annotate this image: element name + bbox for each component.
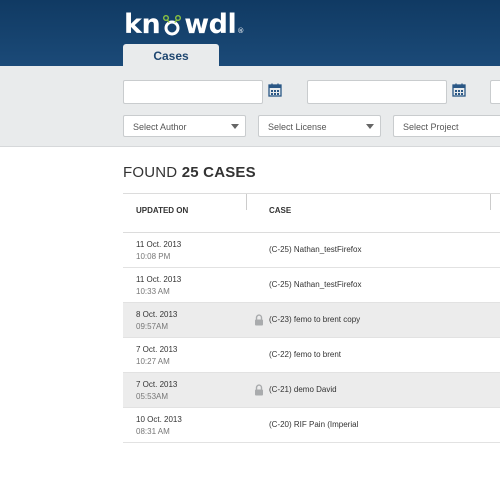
calendar-icon[interactable] xyxy=(452,83,466,97)
table-row[interactable]: 8 Oct. 2013 09:57AM (C-23) femo to brent… xyxy=(123,303,500,338)
column-header-case[interactable]: CASE xyxy=(269,206,291,215)
row-date: 8 Oct. 2013 xyxy=(136,310,178,319)
row-case-name[interactable]: (C-23) femo to brent copy xyxy=(269,315,360,324)
date-to-input[interactable] xyxy=(307,80,447,104)
table-row[interactable]: 11 Oct. 2013 10:33 AM (C-25) Nathan_test… xyxy=(123,268,500,303)
filter-bar: Select Author Select License Select Proj… xyxy=(0,66,500,147)
calendar-icon[interactable] xyxy=(268,83,282,97)
row-case-name[interactable]: (C-22) femo to brent xyxy=(269,350,341,359)
row-date: 11 Oct. 2013 xyxy=(136,275,182,284)
row-date: 10 Oct. 2013 xyxy=(136,415,182,424)
select-license[interactable]: Select License xyxy=(258,115,381,137)
molecule-icon xyxy=(161,13,183,36)
table-row[interactable]: 7 Oct. 2013 10:27 AM (C-22) femo to bren… xyxy=(123,338,500,373)
tab-cases[interactable]: Cases xyxy=(123,44,219,67)
lock-icon xyxy=(255,384,263,396)
select-author[interactable]: Select Author xyxy=(123,115,246,137)
row-case-name[interactable]: (C-25) Nathan_testFirefox xyxy=(269,280,361,289)
results-count-prefix: FOUND xyxy=(123,164,178,181)
row-date: 7 Oct. 2013 xyxy=(136,345,178,354)
row-time: 09:57AM xyxy=(136,322,169,331)
select-project-placeholder: Select Project xyxy=(403,122,459,132)
chevron-down-icon xyxy=(231,124,239,129)
column-divider xyxy=(246,194,247,210)
results-count-value: 25 CASES xyxy=(181,164,256,181)
results-count: FOUND 25 CASES xyxy=(123,164,256,181)
row-case-name[interactable]: (C-25) Nathan_testFirefox xyxy=(269,245,361,254)
select-author-placeholder: Select Author xyxy=(133,122,187,132)
row-date: 7 Oct. 2013 xyxy=(136,380,178,389)
table-row[interactable]: 10 Oct. 2013 08:31 AM (C-20) RIF Pain (I… xyxy=(123,408,500,443)
cases-table: UPDATED ON CASE 11 Oct. 2013 10:08 PM (C… xyxy=(123,193,500,443)
tab-cases-label: Cases xyxy=(153,48,189,63)
chevron-down-icon xyxy=(366,124,374,129)
row-time: 10:08 PM xyxy=(136,252,171,261)
table-row[interactable]: 7 Oct. 2013 05:53AM (C-21) demo David xyxy=(123,373,500,408)
table-row[interactable]: 11 Oct. 2013 10:08 PM (C-25) Nathan_test… xyxy=(123,233,500,268)
registered-mark: ® xyxy=(237,27,244,35)
row-time: 10:33 AM xyxy=(136,287,170,296)
column-header-updated-on[interactable]: UPDATED ON xyxy=(136,206,188,215)
lock-icon xyxy=(255,314,263,326)
row-time: 10:27 AM xyxy=(136,357,170,366)
table-header: UPDATED ON CASE xyxy=(123,193,500,233)
row-time: 05:53AM xyxy=(136,392,169,401)
row-date: 11 Oct. 2013 xyxy=(136,240,182,249)
knowdl-logo[interactable]: kn wdl ® xyxy=(124,6,244,42)
extra-date-input[interactable] xyxy=(490,80,500,104)
row-case-name[interactable]: (C-20) RIF Pain (Imperial xyxy=(269,420,358,429)
date-from-input[interactable] xyxy=(123,80,263,104)
row-case-name[interactable]: (C-21) demo David xyxy=(269,385,337,394)
select-license-placeholder: Select License xyxy=(268,122,327,132)
logo-text-left: kn xyxy=(124,8,161,40)
logo-text-right: wdl xyxy=(184,8,237,40)
app-header: kn wdl ® Cases xyxy=(0,0,500,67)
column-divider xyxy=(490,194,491,210)
select-project[interactable]: Select Project xyxy=(393,115,500,137)
row-time: 08:31 AM xyxy=(136,427,170,436)
